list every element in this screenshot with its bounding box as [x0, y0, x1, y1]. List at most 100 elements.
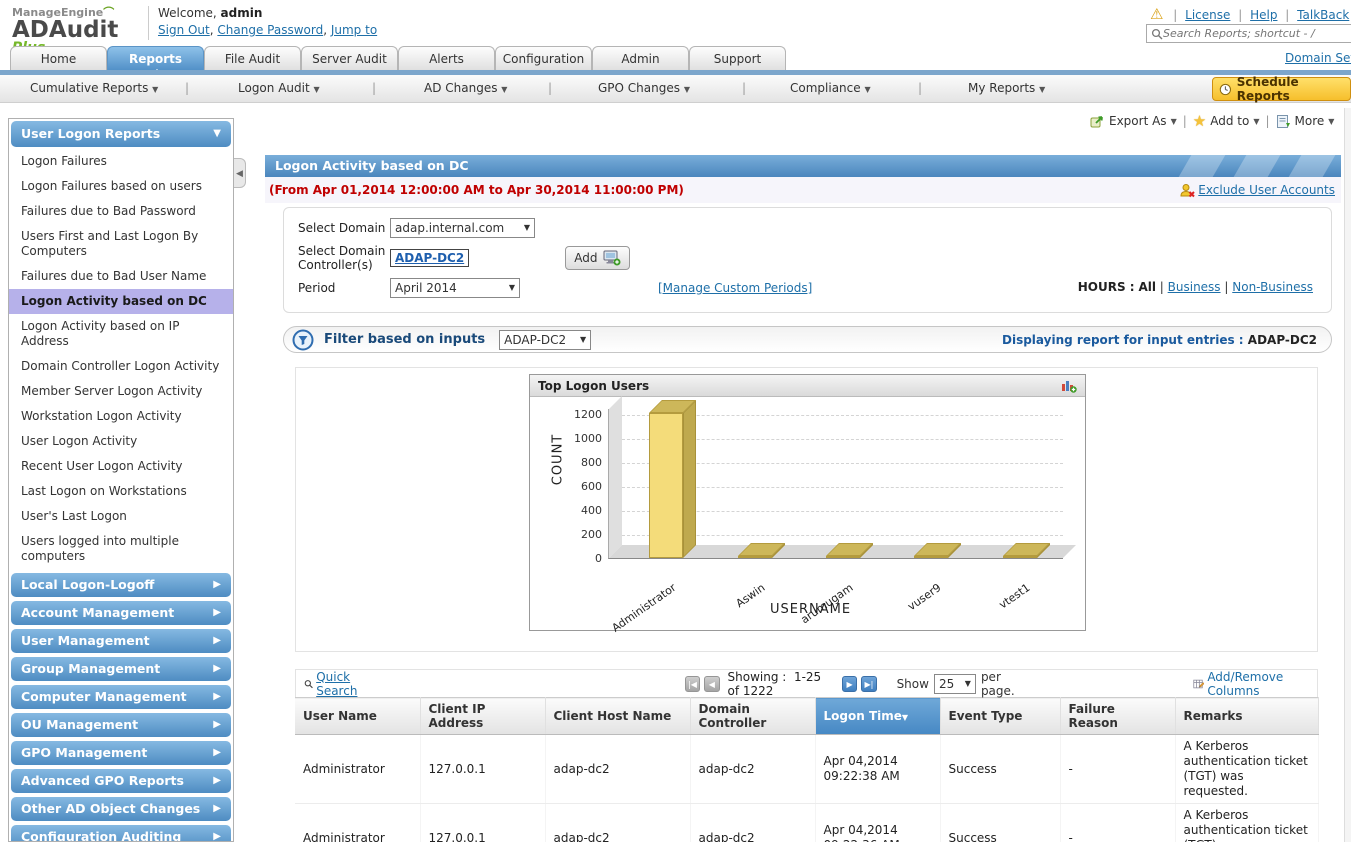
chart-tick-label: 400 — [568, 504, 602, 517]
sidebar-item-users-logged-into-multiple-computers[interactable]: Users logged into multiple computers — [9, 529, 233, 569]
sidebar-collapsed-sections: Local Logon-Logoff▶ Account Management▶ Us… — [9, 573, 233, 842]
sidebar-section-gpo-management[interactable]: GPO Management▶ — [11, 741, 231, 765]
sign-out-link[interactable]: Sign Out — [158, 23, 210, 37]
sidebar-item-recent-user-logon-activity[interactable]: Recent User Logon Activity — [9, 454, 233, 479]
sidebar-item-workstation-logon-activity[interactable]: Workstation Logon Activity — [9, 404, 233, 429]
manage-custom-periods-link[interactable]: [Manage Custom Periods] — [658, 281, 812, 295]
jump-to-link[interactable]: Jump to — [331, 23, 377, 37]
sidebar-item-users-first-and-last-logon-by-computers[interactable]: Users First and Last Logon By Computers — [9, 224, 233, 264]
tab-reports[interactable]: Reports — [107, 46, 204, 70]
change-password-link[interactable]: Change Password — [217, 23, 323, 37]
dropdown-caret-icon: ▼ — [1039, 85, 1045, 94]
hours-all[interactable]: All — [1138, 280, 1156, 294]
tab-support[interactable]: Support — [689, 46, 786, 70]
table-cell: adap-dc2 — [690, 735, 815, 804]
sidebar-item-logon-activity-based-on-ip-address[interactable]: Logon Activity based on IP Address — [9, 314, 233, 354]
tab-configuration[interactable]: Configuration — [495, 46, 592, 70]
sidebar-section-ou-management[interactable]: OU Management▶ — [11, 713, 231, 737]
add-dc-button[interactable]: Add — [565, 246, 630, 270]
tab-file-audit[interactable]: File Audit — [204, 46, 301, 70]
chevron-right-icon: ▶ — [213, 797, 221, 821]
page-scrollbar[interactable] — [1344, 108, 1351, 842]
search-input[interactable] — [1163, 27, 1343, 40]
add-chart-icon[interactable] — [1061, 378, 1077, 393]
add-remove-columns-link[interactable]: Add/Remove Columns — [1193, 670, 1309, 698]
help-link[interactable]: Help — [1250, 8, 1277, 22]
top-header: ManageEngine⌒ ADAudit Plus Welcome, admi… — [0, 0, 1351, 46]
tab-server-audit[interactable]: Server Audit — [301, 46, 398, 70]
star-icon: ★ — [1193, 112, 1206, 130]
domain-select[interactable]: adap.internal.com▼ — [390, 218, 535, 238]
col-header-logon-time[interactable]: Logon Time▼ — [815, 698, 940, 735]
quick-search-link[interactable]: Quick Search — [304, 670, 377, 698]
sidebar-section-local-logon-logoff[interactable]: Local Logon-Logoff▶ — [11, 573, 231, 597]
sidebar-section-advanced-gpo-reports[interactable]: Advanced GPO Reports▶ — [11, 769, 231, 793]
sidebar-section-user-logon-reports[interactable]: User Logon Reports ▼ — [11, 121, 231, 147]
subnav-ad-changes[interactable]: AD Changes ▼ — [424, 81, 507, 95]
sidebar-item-user-s-last-logon[interactable]: User's Last Logon — [9, 504, 233, 529]
license-link[interactable]: License — [1185, 8, 1230, 22]
warning-icon[interactable]: ⚠ — [1150, 5, 1163, 23]
next-page-button[interactable]: ▶ — [842, 676, 857, 692]
period-select[interactable]: April 2014▼ — [390, 278, 520, 298]
sidebar-section-computer-management[interactable]: Computer Management▶ — [11, 685, 231, 709]
sidebar-section-account-management[interactable]: Account Management▶ — [11, 601, 231, 625]
chart-bar-face — [1003, 556, 1037, 558]
filter-input-select[interactable]: ADAP-DC2▼ — [499, 330, 591, 350]
subnav-my-reports[interactable]: My Reports ▼ — [968, 81, 1045, 95]
sidebar-item-last-logon-on-workstations[interactable]: Last Logon on Workstations — [9, 479, 233, 504]
subnav-compliance[interactable]: Compliance ▼ — [790, 81, 871, 95]
hours-nonbusiness-link[interactable]: Non-Business — [1232, 280, 1313, 294]
domain-settings-link[interactable]: Domain Settings — [1285, 51, 1351, 65]
subnav-gpo-changes[interactable]: GPO Changes ▼ — [598, 81, 690, 95]
sidebar-item-member-server-logon-activity[interactable]: Member Server Logon Activity — [9, 379, 233, 404]
col-header-user-name[interactable]: User Name — [295, 698, 420, 735]
report-search[interactable] — [1146, 24, 1351, 43]
page-size-select[interactable]: 25▼ — [934, 674, 976, 694]
sidebar-section-user-management[interactable]: User Management▶ — [11, 629, 231, 653]
dropdown-caret-icon: ▼ — [1328, 117, 1334, 126]
talkback-link[interactable]: TalkBack — [1297, 8, 1349, 22]
prev-page-button[interactable]: ◀ — [704, 676, 719, 692]
table-cell: Apr 04,2014 09:22:36 AM — [815, 804, 940, 842]
col-header-remarks[interactable]: Remarks — [1175, 698, 1318, 735]
sidebar-item-user-logon-activity[interactable]: User Logon Activity — [9, 429, 233, 454]
chevron-right-icon: ▶ — [213, 713, 221, 737]
sidebar-section-configuration-auditing[interactable]: Configuration Auditing▶ — [11, 825, 231, 842]
tab-home[interactable]: Home — [10, 46, 107, 70]
chevron-right-icon: ▶ — [213, 769, 221, 793]
col-header-client-ip-address[interactable]: Client IP Address — [420, 698, 545, 735]
schedule-reports-button[interactable]: Schedule Reports — [1212, 77, 1351, 101]
chart-category-label: Aswin — [669, 581, 767, 655]
more-button[interactable]: More▼ — [1276, 114, 1335, 129]
sidebar-collapse-handle[interactable]: ◀ — [234, 158, 246, 188]
sidebar-item-logon-activity-based-on-dc[interactable]: Logon Activity based on DC — [9, 289, 233, 314]
tab-alerts[interactable]: Alerts — [398, 46, 495, 70]
chart-bar — [914, 556, 948, 558]
header-utility-links: ⚠ | License | Help | TalkBack — [1150, 5, 1349, 23]
col-header-domain-controller[interactable]: Domain Controller — [690, 698, 815, 735]
chart-tick-label: 0 — [568, 552, 602, 565]
sidebar-item-logon-failures-based-on-users[interactable]: Logon Failures based on users — [9, 174, 233, 199]
col-header-client-host-name[interactable]: Client Host Name — [545, 698, 690, 735]
add-to-button[interactable]: ★ Add to▼ — [1193, 112, 1260, 130]
hours-business-link[interactable]: Business — [1168, 280, 1221, 294]
last-page-button[interactable]: ▶| — [861, 676, 876, 692]
sidebar-section-group-management[interactable]: Group Management▶ — [11, 657, 231, 681]
exclude-user-accounts-link[interactable]: Exclude User Accounts — [1179, 183, 1335, 198]
subnav-logon-audit[interactable]: Logon Audit ▼ — [238, 81, 320, 95]
export-as-button[interactable]: Export As▼ — [1090, 114, 1177, 128]
sidebar-section-other-ad-object-changes[interactable]: Other AD Object Changes▶ — [11, 797, 231, 821]
sidebar-item-failures-due-to-bad-password[interactable]: Failures due to Bad Password — [9, 199, 233, 224]
sidebar-item-logon-failures[interactable]: Logon Failures — [9, 149, 233, 174]
col-header-failure-reason[interactable]: Failure Reason — [1060, 698, 1175, 735]
first-page-button[interactable]: |◀ — [685, 676, 700, 692]
tab-admin[interactable]: Admin — [592, 46, 689, 70]
table-cell: adap-dc2 — [545, 804, 690, 842]
subnav-cumulative-reports[interactable]: Cumulative Reports ▼ — [30, 81, 158, 95]
sidebar-item-failures-due-to-bad-user-name[interactable]: Failures due to Bad User Name — [9, 264, 233, 289]
sidebar-item-domain-controller-logon-activity[interactable]: Domain Controller Logon Activity — [9, 354, 233, 379]
col-header-event-type[interactable]: Event Type — [940, 698, 1060, 735]
dc-selected-value[interactable]: ADAP-DC2 — [390, 249, 469, 267]
period-label: Period — [298, 281, 386, 295]
